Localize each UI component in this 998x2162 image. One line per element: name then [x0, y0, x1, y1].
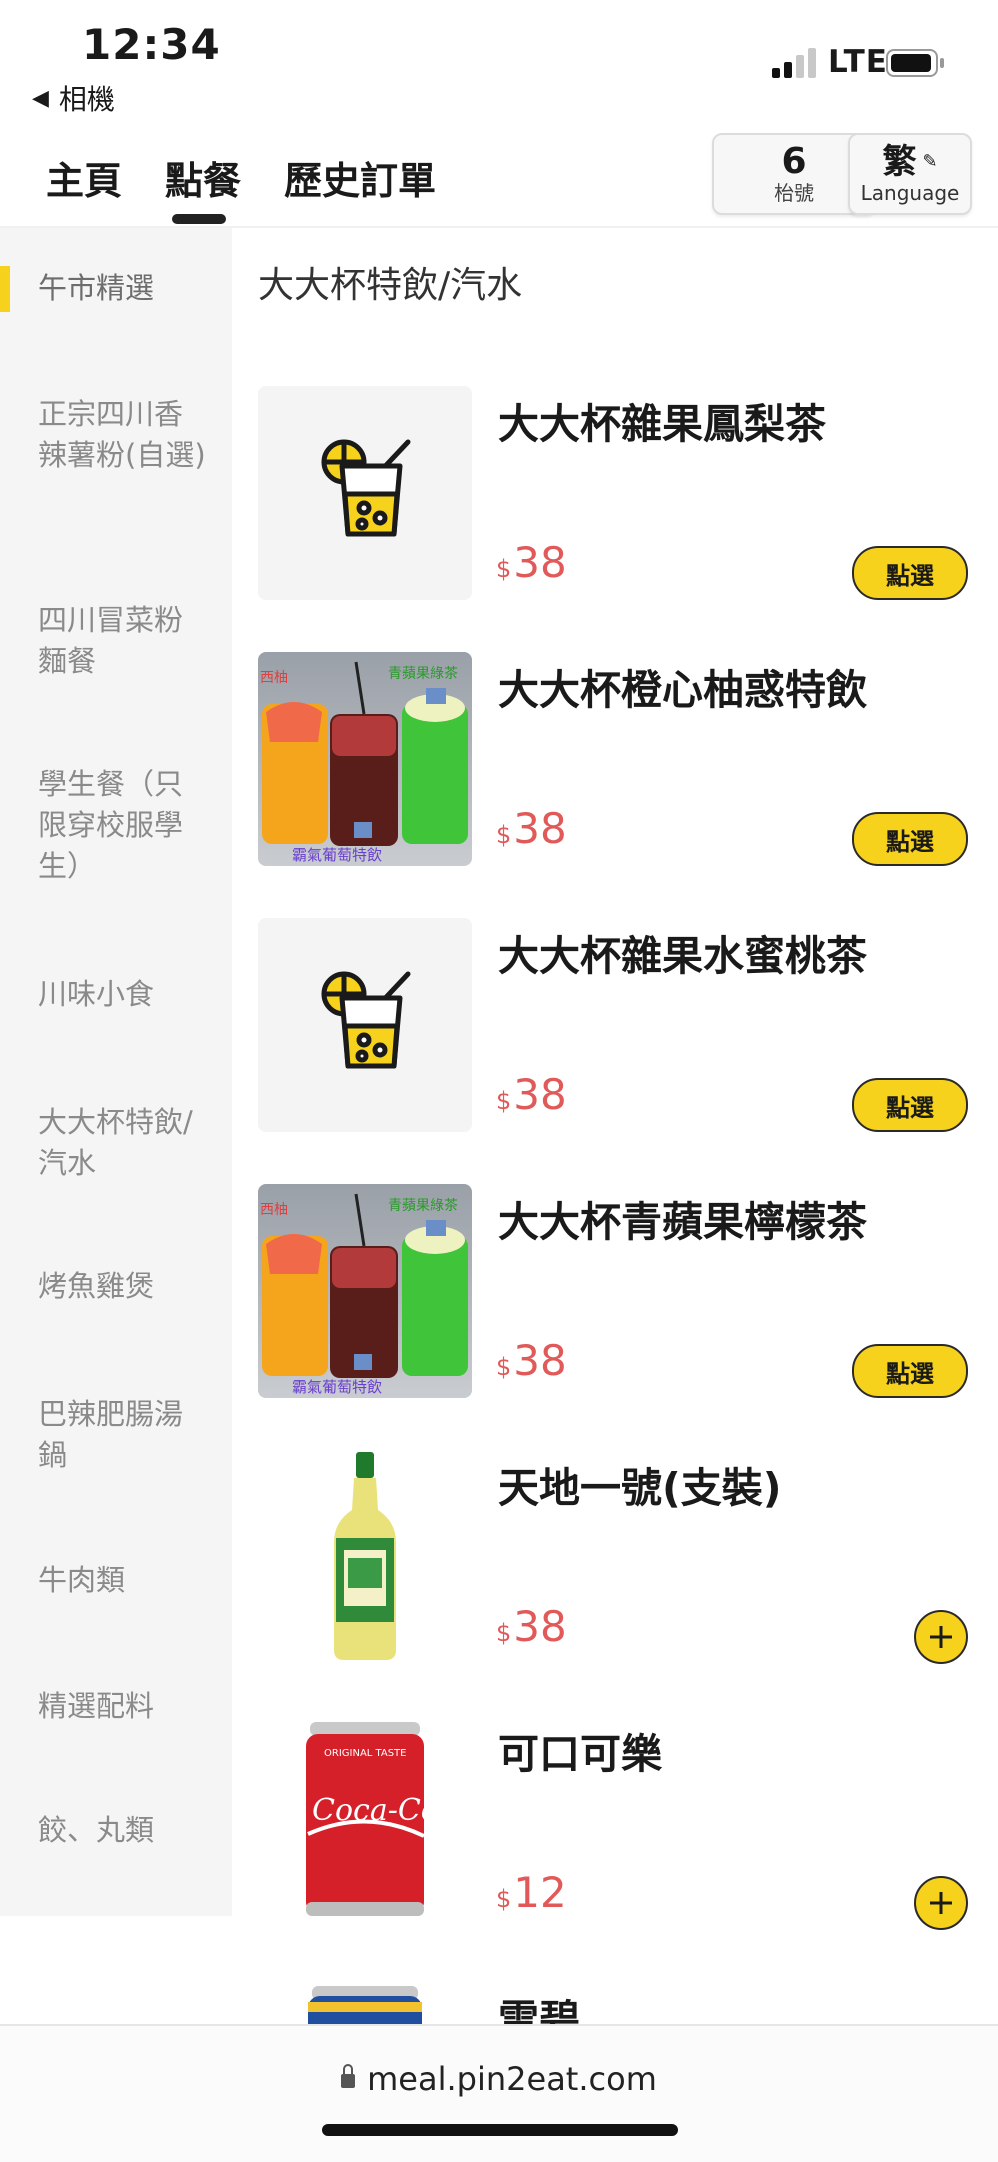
svg-text:霸氣葡萄特飲: 霸氣葡萄特飲: [292, 1378, 382, 1396]
sprite-can-photo: [258, 1982, 472, 2024]
plus-icon: [930, 1892, 952, 1914]
sidebar-item-dumplings[interactable]: 餃、丸類: [38, 1810, 208, 1851]
status-bar: 12:34 ◀ 相機 LTE: [0, 0, 998, 128]
sidebar-item-grilled-fish[interactable]: 烤魚雞煲: [38, 1266, 208, 1307]
network-type: LTE: [828, 44, 888, 80]
menu-item[interactable]: 青蘋果綠茶 霸氣葡萄特飲 西柚 大大杯橙心柚惑特飲 $38 點選: [258, 652, 968, 872]
menu-item[interactable]: 雪碧: [258, 1982, 968, 2024]
choose-button[interactable]: 點選: [852, 1344, 968, 1398]
table-number: 6: [781, 141, 807, 182]
item-name: 大大杯橙心柚惑特飲: [498, 666, 867, 714]
item-price: $38: [496, 538, 567, 587]
vinegar-bottle-photo: [258, 1450, 472, 1664]
lock-icon: [341, 2064, 356, 2088]
add-button[interactable]: [914, 1610, 968, 1664]
sidebar-item-sichuan-snacks[interactable]: 川味小食: [38, 974, 208, 1015]
menu-item[interactable]: 天地一號(支裝) $38: [258, 1450, 968, 1670]
language-label: Language: [860, 181, 960, 205]
sidebar-item-maocai[interactable]: 四川冒菜粉麵餐: [38, 600, 208, 682]
sidebar-item-student-meal[interactable]: 學生餐（只限穿校服學生）: [38, 764, 208, 887]
sidebar-item-toppings[interactable]: 精選配料: [38, 1686, 208, 1727]
item-name: 雪碧: [498, 1996, 580, 2024]
svg-text:ORIGINAL TASTE: ORIGINAL TASTE: [324, 1748, 407, 1759]
back-triangle-icon: ◀: [32, 85, 49, 111]
drink-placeholder-icon: [258, 386, 472, 600]
language-button[interactable]: 繁 ✎ Language: [848, 133, 972, 215]
menu-item[interactable]: ORIGINAL TASTE Coca-Cola 可口可樂 $12: [258, 1716, 968, 1936]
back-app-label: 相機: [58, 83, 115, 116]
home-indicator[interactable]: [322, 2124, 678, 2136]
sidebar-item-sichuan-noodles[interactable]: 正宗四川香辣薯粉(自選): [38, 394, 208, 476]
three-drinks-photo: 青蘋果綠茶 霸氣葡萄特飲 西柚: [258, 1184, 472, 1398]
menu-item[interactable]: 青蘋果綠茶 霸氣葡萄特飲 西柚 大大杯青蘋果檸檬茶 $38 點選: [258, 1184, 968, 1404]
sidebar-item-drinks[interactable]: 大大杯特飲/汽水: [38, 1102, 208, 1184]
svg-text:西柚: 西柚: [260, 670, 288, 686]
tab-order[interactable]: 點餐: [165, 150, 241, 205]
svg-text:霸氣葡萄特飲: 霸氣葡萄特飲: [292, 846, 382, 864]
svg-text:Coca-Cola: Coca-Cola: [312, 1793, 466, 1828]
item-price: $38: [496, 1336, 567, 1385]
svg-text:西柚: 西柚: [260, 1202, 288, 1218]
three-drinks-photo: 青蘋果綠茶 霸氣葡萄特飲 西柚: [258, 652, 472, 866]
drink-placeholder-icon: [258, 918, 472, 1132]
top-nav: 主頁 點餐 歷史訂單 6 枱號 繁 ✎ Language: [0, 128, 998, 228]
item-name: 天地一號(支裝): [498, 1464, 782, 1512]
browser-url-bar[interactable]: meal.pin2eat.com: [0, 2024, 998, 2162]
add-button[interactable]: [914, 1876, 968, 1930]
choose-button[interactable]: 點選: [852, 812, 968, 866]
tab-order-history[interactable]: 歷史訂單: [284, 150, 436, 205]
svg-text:青蘋果綠茶: 青蘋果綠茶: [388, 666, 458, 682]
active-tab-indicator: [172, 214, 226, 224]
table-number-label: 枱號: [774, 181, 814, 205]
menu-item[interactable]: 大大杯雜果鳳梨茶 $38 點選: [258, 386, 968, 606]
item-name: 大大杯青蘋果檸檬茶: [498, 1198, 867, 1246]
active-category-indicator: [0, 266, 10, 312]
battery-icon: [886, 49, 944, 77]
tab-home[interactable]: 主頁: [46, 150, 122, 205]
choose-button[interactable]: 點選: [852, 1078, 968, 1132]
language-current: 繁: [882, 142, 917, 182]
section-title: 大大杯特飲/汽水: [258, 265, 523, 306]
choose-button[interactable]: 點選: [852, 546, 968, 600]
item-price: $12: [496, 1868, 567, 1917]
sidebar-item-intestine-hotpot[interactable]: 巴辣肥腸湯鍋: [38, 1394, 208, 1476]
url-text: meal.pin2eat.com: [367, 2060, 657, 2098]
sidebar-item-lunch-specials[interactable]: 午市精選: [38, 268, 208, 309]
item-name: 可口可樂: [498, 1730, 662, 1778]
cellular-signal-icon: [772, 48, 816, 78]
back-to-app-link[interactable]: ◀ 相機: [32, 78, 115, 118]
item-price: $38: [496, 804, 567, 853]
plus-icon: [930, 1626, 952, 1648]
item-price: $38: [496, 1070, 567, 1119]
item-price: $38: [496, 1602, 567, 1651]
clock: 12:34: [82, 20, 221, 69]
sidebar-item-beef[interactable]: 牛肉類: [38, 1560, 208, 1601]
svg-text:青蘋果綠茶: 青蘋果綠茶: [388, 1198, 458, 1214]
item-name: 大大杯雜果水蜜桃茶: [498, 932, 867, 980]
coke-can-photo: ORIGINAL TASTE Coca-Cola: [258, 1716, 472, 1930]
item-name: 大大杯雜果鳳梨茶: [498, 400, 826, 448]
pencil-icon: ✎: [922, 151, 938, 172]
category-sidebar: 午市精選 正宗四川香辣薯粉(自選) 四川冒菜粉麵餐 學生餐（只限穿校服學生） 川…: [0, 228, 232, 1916]
menu-item[interactable]: 大大杯雜果水蜜桃茶 $38 點選: [258, 918, 968, 1138]
